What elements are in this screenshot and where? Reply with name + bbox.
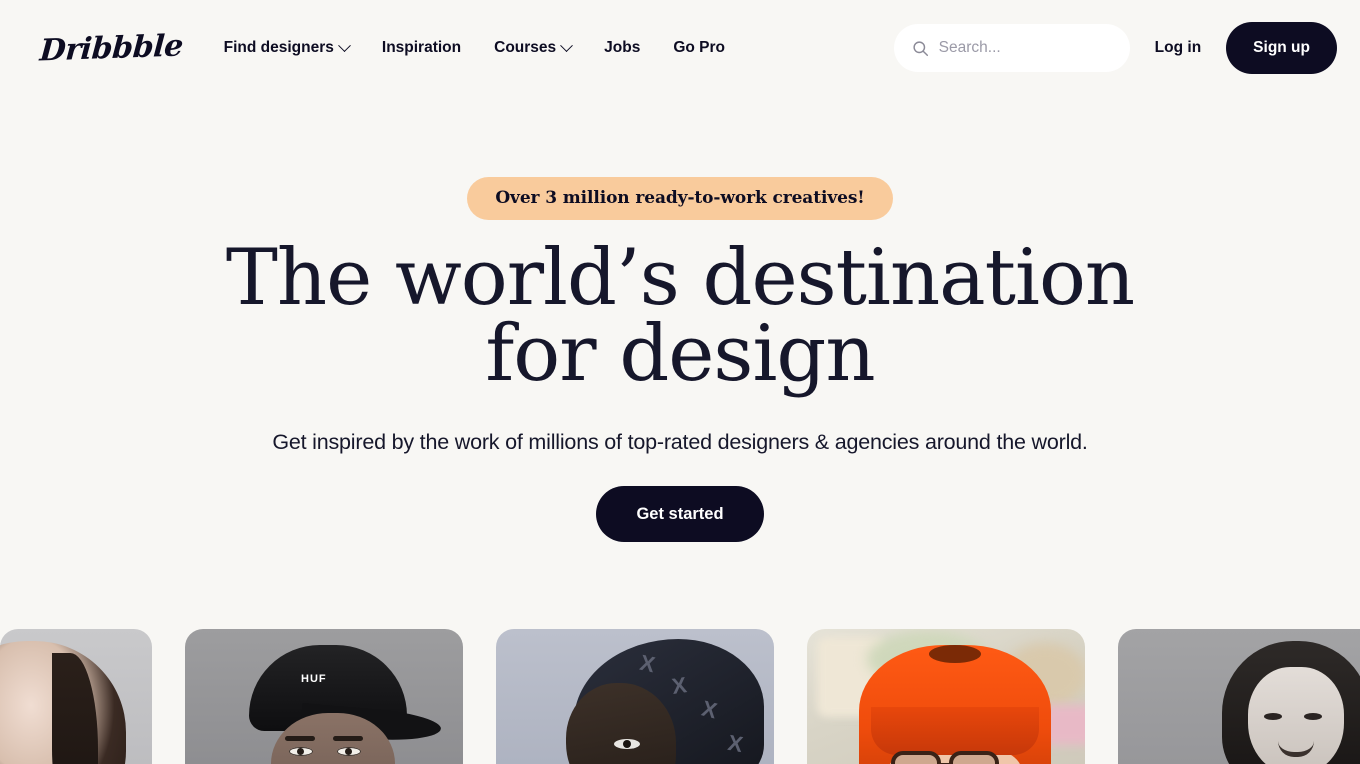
designer-portrait-strip: HUF XXX XX <box>0 628 1360 764</box>
nav-item-find-designers[interactable]: Find designers <box>223 38 351 57</box>
status-badge: Over 3 million ready-to-work creatives! <box>467 177 893 220</box>
search-icon <box>913 40 928 56</box>
nav-label: Jobs <box>604 39 641 56</box>
get-started-button[interactable]: Get started <box>596 486 764 543</box>
portrait-card-5[interactable] <box>1118 629 1360 764</box>
portrait-card-4[interactable] <box>807 629 1085 764</box>
nav-label: Find designers <box>223 39 334 56</box>
nav-item-go-pro[interactable]: Go Pro <box>673 39 725 57</box>
nav-item-jobs[interactable]: Jobs <box>604 39 640 57</box>
search-box[interactable] <box>893 24 1130 72</box>
nav-label: Inspiration <box>381 39 462 56</box>
nav-item-courses[interactable]: Courses <box>494 38 574 57</box>
portrait-card-3[interactable]: XXX XX <box>496 629 774 764</box>
portrait-image <box>0 629 152 764</box>
main-navigation: Find designers Inspiration Courses Jobs … <box>223 38 758 57</box>
page-title: The world’s destination for design <box>0 239 1360 393</box>
portrait-image <box>1118 629 1360 764</box>
nav-label: Go Pro <box>673 39 726 56</box>
header-actions: Log in Sign up <box>893 22 1337 74</box>
chevron-down-icon <box>338 38 351 52</box>
search-input[interactable] <box>938 39 1112 57</box>
login-link[interactable]: Log in <box>1155 39 1202 57</box>
hero-section: Over 3 million ready-to-work creatives! … <box>0 96 1360 543</box>
signup-button[interactable]: Sign up <box>1226 22 1337 74</box>
chevron-down-icon <box>560 38 574 52</box>
dribbble-logo[interactable]: Dribbble <box>39 28 185 68</box>
portrait-card-2[interactable]: HUF <box>185 629 463 764</box>
headline-line-2: for design <box>485 308 875 399</box>
portrait-image: HUF <box>185 629 463 764</box>
hero-subheadline: Get inspired by the work of millions of … <box>272 430 1088 455</box>
portrait-card-1[interactable] <box>0 629 152 764</box>
nav-item-inspiration[interactable]: Inspiration <box>382 39 461 57</box>
portrait-image <box>807 629 1085 764</box>
nav-label: Courses <box>494 39 557 56</box>
site-header: Dribbble Find designers Inspiration Cour… <box>0 0 1360 96</box>
portrait-image: XXX XX <box>496 629 774 764</box>
